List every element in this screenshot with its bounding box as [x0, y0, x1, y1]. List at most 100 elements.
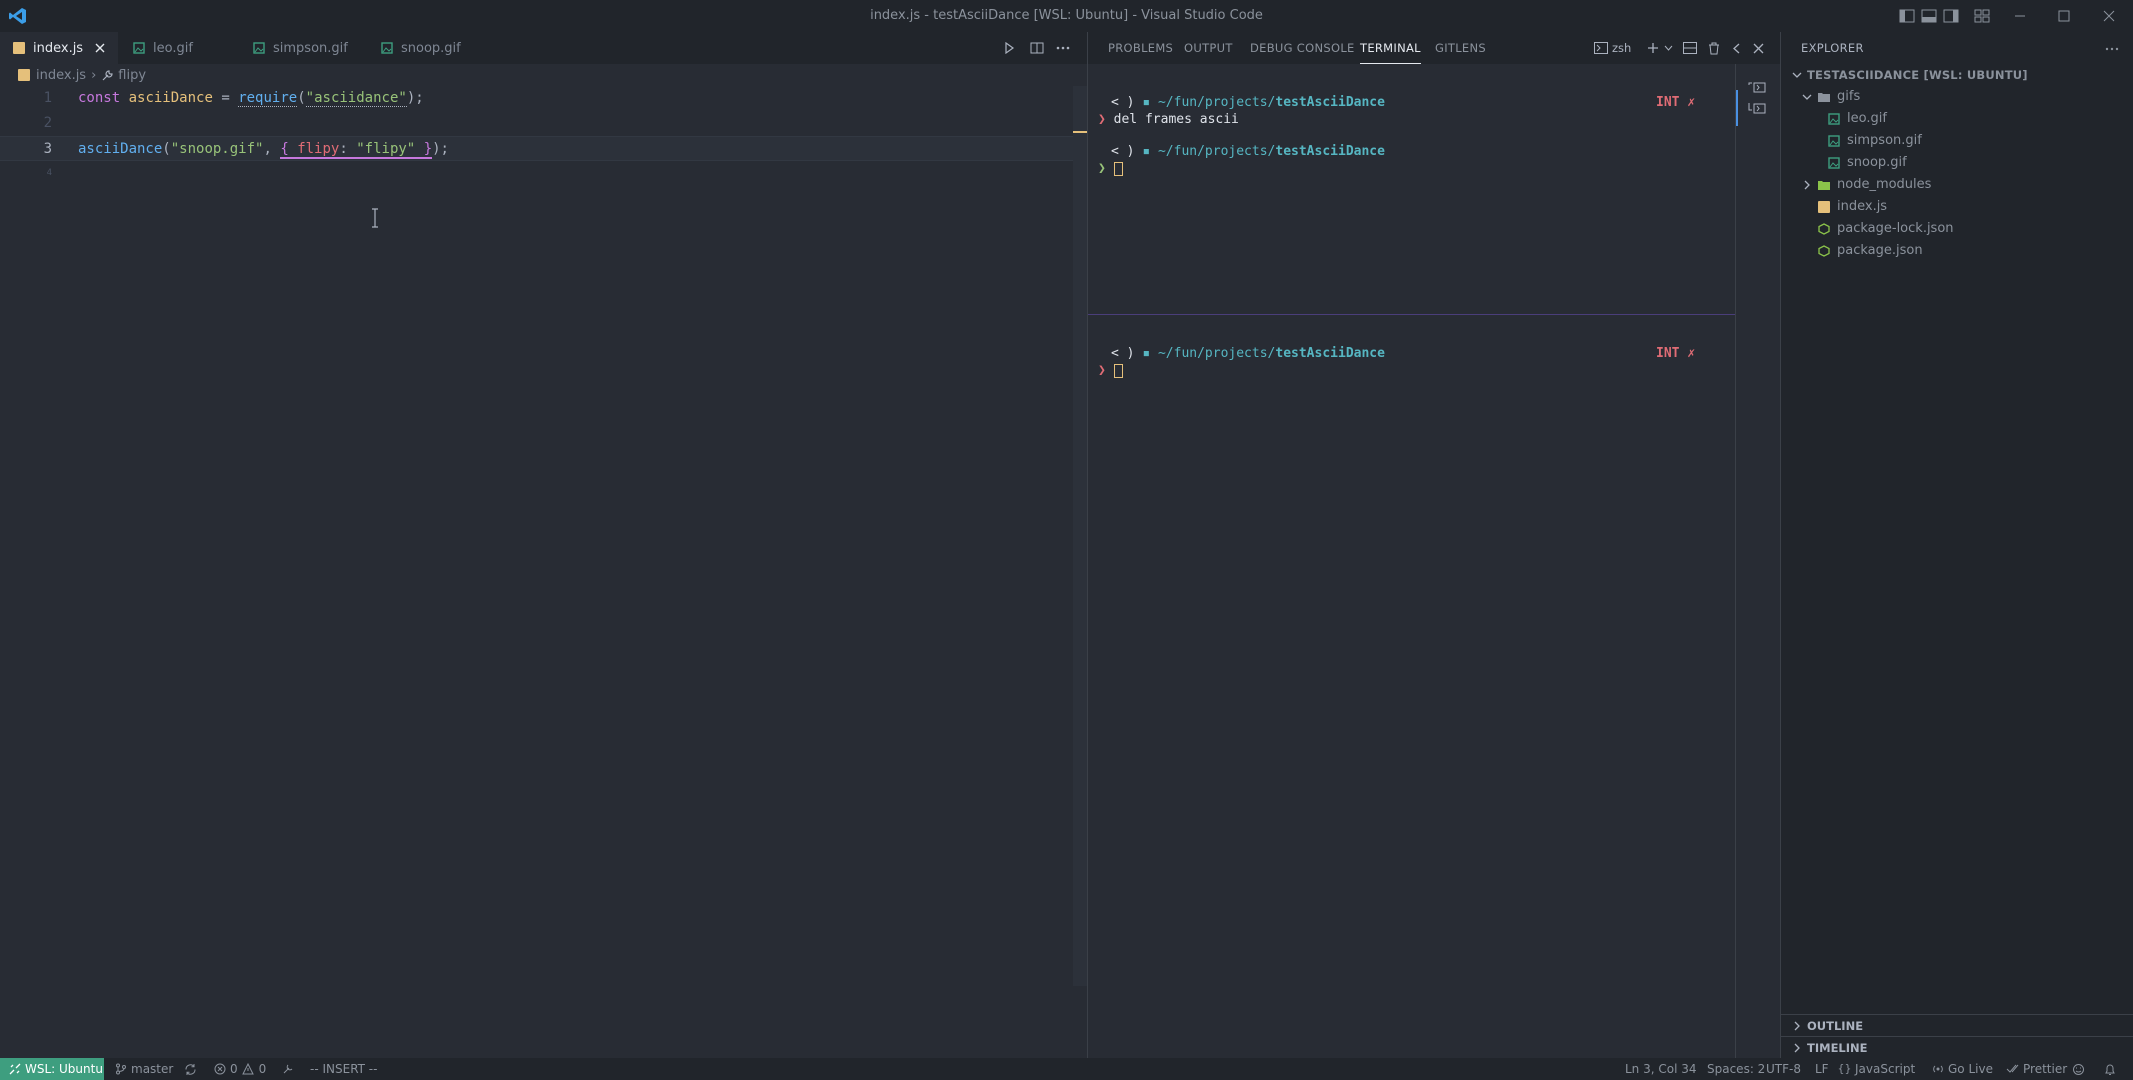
- tab-problems[interactable]: PROBLEMS: [1108, 32, 1173, 64]
- chevron-left-icon[interactable]: [1728, 39, 1744, 57]
- tree-item-label: package.json: [1837, 243, 1923, 258]
- end-of-line[interactable]: LF: [1815, 1058, 1829, 1080]
- explorer-root[interactable]: TESTASCIIDANCE [WSL: UBUNTU]: [1789, 64, 2028, 86]
- toggle-secondary-sidebar-icon[interactable]: [1942, 7, 1960, 25]
- line-number: 3: [43, 141, 52, 157]
- terminal-1[interactable]: < ) ▪ ~/fun/projects/testAsciiDance INT …: [1088, 64, 1735, 314]
- code-text: asciiDance("snoop.gif", { flipy: "flipy"…: [78, 141, 449, 159]
- code-line: 4: [0, 161, 1087, 186]
- node-folder-icon: [1817, 178, 1831, 192]
- tree-item-label: gifs: [1837, 89, 1861, 104]
- explorer-root-label: TESTASCIIDANCE [WSL: UBUNTU]: [1807, 68, 2028, 82]
- more-actions-icon[interactable]: [1053, 38, 1073, 58]
- code-text: const asciiDance = require("asciidance")…: [78, 90, 424, 107]
- tree-item-label: index.js: [1837, 199, 1888, 214]
- new-terminal-icon[interactable]: [1644, 39, 1662, 57]
- branch-indicator[interactable]: master: [114, 1058, 173, 1080]
- language-mode[interactable]: {} JavaScript: [1838, 1058, 1916, 1080]
- tab-index-js[interactable]: index.js: [0, 32, 118, 64]
- tree-file-package-lock-json[interactable]: package-lock.json: [1817, 218, 1954, 240]
- problems-indicator[interactable]: 0 0: [213, 1058, 266, 1080]
- chevron-right-icon: [1789, 1040, 1805, 1056]
- tab-debug-console[interactable]: DEBUG CONSOLE: [1250, 32, 1355, 64]
- tab-gitlens[interactable]: GITLENS: [1435, 32, 1486, 64]
- mouse-ibeam-icon: [370, 208, 380, 228]
- tab-leo-gif[interactable]: leo.gif: [120, 32, 240, 64]
- image-file-icon: [1827, 112, 1841, 126]
- folder-icon: ▪: [1142, 95, 1151, 110]
- tree-file-simpson-gif[interactable]: simpson.gif: [1827, 130, 1922, 152]
- tab-simpson-gif[interactable]: simpson.gif: [240, 32, 365, 64]
- window-title: index.js - testAsciiDance [WSL: Ubuntu] …: [870, 8, 1263, 23]
- timeline-section[interactable]: TIMELINE: [1781, 1036, 2133, 1058]
- prettier[interactable]: Prettier: [2006, 1058, 2067, 1080]
- tree-file-package-json[interactable]: package.json: [1817, 240, 1923, 262]
- run-icon[interactable]: [999, 38, 1019, 58]
- cursor-position[interactable]: Ln 3, Col 34: [1625, 1058, 1697, 1080]
- tab-output[interactable]: OUTPUT: [1184, 32, 1233, 64]
- breadcrumb-symbol[interactable]: flipy: [118, 68, 146, 83]
- tree-item-label: package-lock.json: [1837, 221, 1954, 236]
- close-window-icon[interactable]: [2087, 0, 2131, 32]
- terminal-list: [1735, 64, 1781, 1062]
- customize-layout-icon[interactable]: [1973, 7, 1991, 25]
- debug-icon[interactable]: [282, 1058, 294, 1080]
- encoding[interactable]: UTF-8: [1766, 1058, 1801, 1080]
- npm-file-icon: [1817, 244, 1831, 258]
- tab-label: index.js: [33, 40, 84, 56]
- tab-label: simpson.gif: [273, 40, 348, 56]
- chevron-right-icon: [1799, 177, 1815, 193]
- line-number: 2: [43, 115, 52, 131]
- terminal-status: INT ✗: [1656, 346, 1696, 361]
- prettier-label: Prettier: [2023, 1062, 2068, 1076]
- tab-terminal[interactable]: TERMINAL: [1360, 32, 1421, 64]
- explorer-sidebar: EXPLORER TESTASCIIDANCE [WSL: UBUNTU] gi…: [1780, 32, 2133, 1062]
- remote-indicator[interactable]: WSL: Ubuntu: [0, 1058, 104, 1080]
- code-line-current: 3 asciiDance("snoop.gif", { flipy: "flip…: [0, 136, 1087, 161]
- toggle-panel-icon[interactable]: [1920, 7, 1938, 25]
- chevron-down-icon[interactable]: [1662, 39, 1674, 57]
- tree-item-label: snoop.gif: [1847, 155, 1907, 170]
- go-live[interactable]: Go Live: [1931, 1058, 1993, 1080]
- warning-icon: [242, 1063, 255, 1076]
- tab-label: leo.gif: [153, 40, 193, 56]
- terminal-status: INT ✗: [1656, 95, 1696, 110]
- notifications-bell-icon[interactable]: [2104, 1058, 2116, 1080]
- error-count: 0: [230, 1062, 238, 1076]
- image-file-icon: [252, 41, 266, 55]
- terminal-icon: [1594, 42, 1608, 54]
- wrench-icon: [101, 69, 114, 82]
- split-editor-icon[interactable]: [1027, 38, 1047, 58]
- minimize-icon[interactable]: [1998, 0, 2042, 32]
- tab-snoop-gif[interactable]: snoop.gif: [368, 32, 488, 64]
- broadcast-icon: [1931, 1063, 1944, 1076]
- tree-folder-gifs[interactable]: gifs: [1799, 86, 1860, 108]
- terminal-shell-selector[interactable]: zsh: [1594, 39, 1631, 57]
- more-actions-icon[interactable]: [2105, 40, 2121, 56]
- tree-folder-node-modules[interactable]: node_modules: [1799, 174, 1931, 196]
- terminal-icon[interactable]: [1748, 102, 1766, 118]
- maximize-icon[interactable]: [2042, 0, 2086, 32]
- tree-file-snoop-gif[interactable]: snoop.gif: [1827, 152, 1907, 174]
- split-terminal-icon[interactable]: [1681, 39, 1699, 57]
- go-live-label: Go Live: [1948, 1062, 1993, 1076]
- sync-icon[interactable]: [184, 1058, 197, 1080]
- tree-file-index-js[interactable]: index.js: [1817, 196, 1887, 218]
- feedback-icon[interactable]: [2072, 1058, 2085, 1080]
- git-branch-icon: [114, 1063, 127, 1076]
- tree-file-leo-gif[interactable]: leo.gif: [1827, 108, 1887, 130]
- terminal-icon[interactable]: [1748, 82, 1766, 98]
- close-panel-icon[interactable]: [1750, 39, 1766, 57]
- terminal-2[interactable]: < ) ▪ ~/fun/projects/testAsciiDance INT …: [1088, 315, 1735, 1062]
- toggle-primary-sidebar-icon[interactable]: [1898, 7, 1916, 25]
- breadcrumb-file[interactable]: index.js: [36, 68, 86, 83]
- trash-icon[interactable]: [1705, 39, 1723, 57]
- terminal-cursor: [1113, 161, 1123, 176]
- title-bar: index.js - testAsciiDance [WSL: Ubuntu] …: [0, 0, 2133, 32]
- editor-scrollbar[interactable]: [1073, 86, 1087, 986]
- outline-section[interactable]: OUTLINE: [1781, 1014, 2133, 1036]
- remote-label: WSL: Ubuntu: [25, 1062, 103, 1076]
- code-editor[interactable]: 1 const asciiDance = require("asciidance…: [0, 86, 1087, 1062]
- close-tab-icon[interactable]: [92, 40, 108, 56]
- indentation[interactable]: Spaces: 2: [1707, 1058, 1765, 1080]
